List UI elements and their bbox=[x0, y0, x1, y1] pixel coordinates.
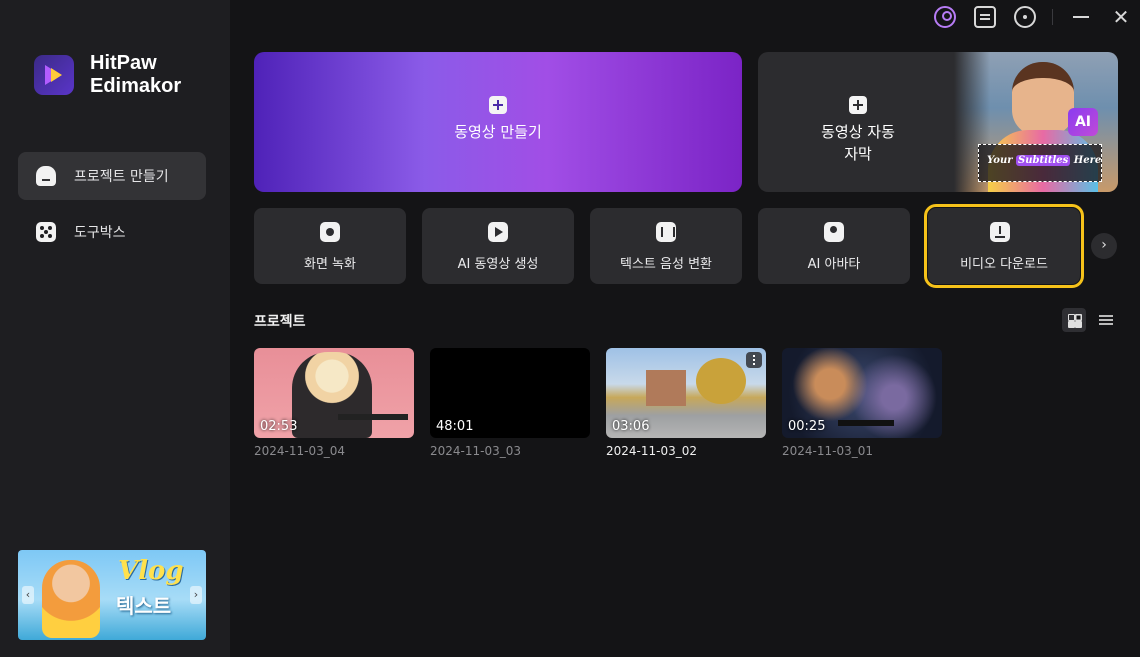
subtitle-caption: Your Subtitles Here bbox=[987, 155, 1101, 166]
thumbnail-caption-bar bbox=[338, 414, 408, 420]
thumbnail-tree bbox=[696, 358, 746, 404]
project-duration: 00:25 bbox=[788, 419, 826, 434]
titlebar-divider bbox=[1052, 9, 1053, 25]
caption-prefix: Your bbox=[987, 155, 1013, 166]
tool-ai-video-button[interactable]: AI 동영상 생성 bbox=[422, 208, 574, 284]
project-duration: 03:06 bbox=[612, 419, 650, 434]
webcam-icon bbox=[320, 222, 340, 242]
avatar-icon bbox=[824, 222, 844, 242]
plus-icon bbox=[489, 96, 507, 114]
project-name: 2024-11-03_01 bbox=[782, 444, 874, 458]
edimakor-logo-icon bbox=[34, 55, 74, 95]
more-options-icon[interactable] bbox=[746, 352, 762, 368]
settings-icon[interactable] bbox=[1014, 6, 1036, 28]
caption-highlight: Subtitles bbox=[1015, 155, 1071, 166]
chevron-right-icon: › bbox=[1101, 237, 1107, 253]
auto-subtitle-label-line1: 동영상 자동 bbox=[821, 123, 895, 141]
tool-text-to-speech-button[interactable]: 텍스트 음성 변환 bbox=[590, 208, 742, 284]
thumbnail-image bbox=[646, 370, 686, 406]
ai-video-icon bbox=[488, 222, 508, 242]
close-icon[interactable]: ✕ bbox=[1110, 6, 1132, 28]
create-video-label: 동영상 만들기 bbox=[454, 123, 542, 141]
home-icon bbox=[36, 166, 56, 186]
tool-label: 비디오 다운로드 bbox=[960, 257, 1048, 272]
tools-next-button[interactable]: › bbox=[1091, 233, 1117, 259]
project-card[interactable]: 02:53 2024-11-03_04 bbox=[254, 348, 414, 458]
auto-subtitle-label: 동영상 자동 자막 bbox=[788, 121, 928, 165]
tool-label: 텍스트 음성 변환 bbox=[620, 257, 712, 272]
project-name: 2024-11-03_03 bbox=[430, 444, 522, 458]
promo-banner[interactable]: Vlog 텍스트 ‹ › bbox=[18, 550, 206, 640]
app-name-line1: HitPaw bbox=[90, 52, 157, 74]
project-duration: 48:01 bbox=[436, 419, 474, 434]
project-card[interactable]: 48:01 2024-11-03_03 bbox=[430, 348, 590, 458]
project-thumbnail[interactable]: 00:25 bbox=[782, 348, 942, 438]
feedback-icon[interactable] bbox=[974, 6, 996, 28]
promo-title: Vlog bbox=[118, 556, 184, 586]
tool-ai-avatar-button[interactable]: AI 아바타 bbox=[758, 208, 910, 284]
project-name: 2024-11-03_04 bbox=[254, 444, 346, 458]
subtitle-box: Your Subtitles Here bbox=[978, 144, 1102, 182]
thumbnail-image bbox=[292, 352, 372, 438]
promo-prev-icon[interactable]: ‹ bbox=[22, 586, 34, 604]
sidebar-item-label: 프로젝트 만들기 bbox=[74, 169, 169, 185]
promo-subtitle: 텍스트 bbox=[116, 594, 172, 618]
profile-icon[interactable] bbox=[934, 6, 956, 28]
ai-badge: AI bbox=[1068, 108, 1098, 136]
projects-title: 프로젝트 bbox=[254, 314, 306, 330]
app-name-line2: Edimakor bbox=[90, 75, 182, 97]
project-thumbnail[interactable]: 03:06 bbox=[606, 348, 766, 438]
project-card[interactable]: 00:25 2024-11-03_01 bbox=[782, 348, 942, 458]
sidebar-item-create-project[interactable]: 프로젝트 만들기 bbox=[18, 152, 206, 200]
caption-suffix: Here bbox=[1073, 155, 1102, 166]
promo-image bbox=[42, 560, 100, 638]
text-to-speech-icon bbox=[656, 222, 676, 242]
plus-icon bbox=[849, 96, 867, 114]
app-name: HitPaw Edimakor bbox=[90, 52, 181, 98]
sidebar-item-label: 도구박스 bbox=[74, 225, 126, 241]
sidebar-item-toolbox[interactable]: 도구박스 bbox=[18, 208, 206, 256]
project-duration: 02:53 bbox=[260, 419, 298, 434]
tool-label: AI 아바타 bbox=[807, 257, 861, 272]
presenter-image bbox=[1012, 62, 1074, 136]
subtitle-preview-image: AI Your Subtitles Here bbox=[954, 52, 1118, 192]
create-video-card[interactable]: 동영상 만들기 bbox=[254, 52, 742, 192]
tool-label: AI 동영상 생성 bbox=[457, 257, 539, 272]
auto-subtitle-label-line2: 자막 bbox=[844, 145, 872, 163]
app-logo: HitPaw Edimakor bbox=[34, 52, 181, 98]
project-card[interactable]: 03:06 2024-11-03_02 bbox=[606, 348, 766, 458]
project-thumbnail[interactable]: 02:53 bbox=[254, 348, 414, 438]
list-view-icon[interactable] bbox=[1094, 308, 1118, 332]
tool-label: 화면 녹화 bbox=[304, 257, 356, 272]
auto-subtitle-card[interactable]: 동영상 자동 자막 AI Your Subtitles Here bbox=[758, 52, 1118, 192]
thumbnail-caption-bar bbox=[838, 420, 894, 426]
grid-view-icon[interactable] bbox=[1062, 308, 1086, 332]
tool-screen-record-button[interactable]: 화면 녹화 bbox=[254, 208, 406, 284]
sidebar: HitPaw Edimakor 프로젝트 만들기 도구박스 Vlog 텍스트 ‹… bbox=[0, 0, 230, 657]
promo-next-icon[interactable]: › bbox=[190, 586, 202, 604]
project-name: 2024-11-03_02 bbox=[606, 444, 698, 458]
tool-video-download-button[interactable]: 비디오 다운로드 bbox=[924, 204, 1084, 288]
toolbox-icon bbox=[36, 222, 56, 242]
minimize-icon[interactable] bbox=[1070, 6, 1092, 28]
project-thumbnail[interactable]: 48:01 bbox=[430, 348, 590, 438]
download-icon bbox=[990, 222, 1010, 242]
